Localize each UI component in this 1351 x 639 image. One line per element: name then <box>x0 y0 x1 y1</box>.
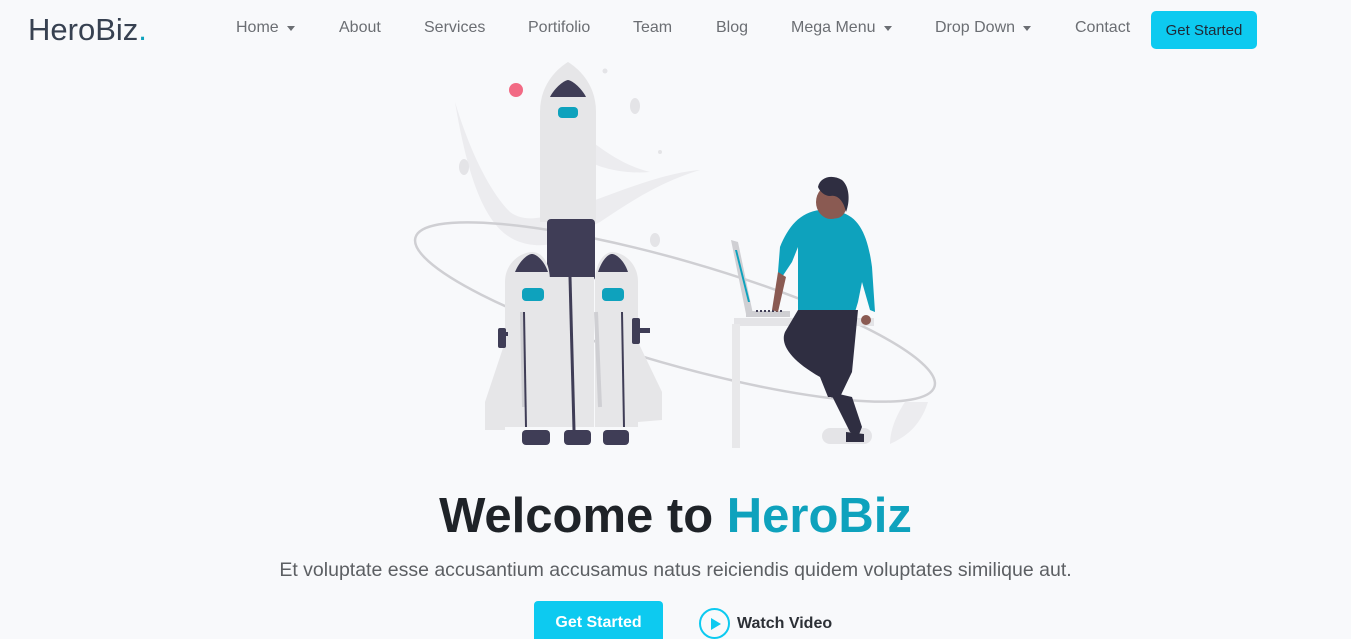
nav-item-blog[interactable]: Blog <box>716 19 748 37</box>
nav-item-home[interactable]: Home <box>236 19 295 37</box>
hero-title-prefix: Welcome to <box>439 489 727 543</box>
nav-label: Blog <box>716 19 749 36</box>
watch-video-label: Watch Video <box>737 614 833 632</box>
hero-subtitle: Et voluptate esse accusantium accusamus … <box>279 559 1072 581</box>
play-icon <box>699 608 730 639</box>
nav-label: Team <box>633 19 673 36</box>
hero-illustration <box>413 62 937 448</box>
nav-item-services[interactable]: Services <box>424 19 485 37</box>
nav-item-mega-menu[interactable]: Mega Menu <box>791 19 892 37</box>
hero-title: Welcome to HeroBiz <box>0 488 1351 544</box>
nav-label: Contact <box>1075 19 1131 36</box>
nav-item-team[interactable]: Team <box>633 19 672 37</box>
main-nav: Home About Services Portifolio Team Blog… <box>0 0 1351 60</box>
chevron-down-icon <box>883 25 892 31</box>
get-started-button[interactable]: Get Started <box>534 601 663 639</box>
watch-video-link[interactable]: Watch Video <box>699 608 832 639</box>
hero-title-accent: HeroBiz <box>726 489 912 543</box>
site-header: HeroBiz. Home About Services Portifolio … <box>0 0 1351 60</box>
nav-item-drop-down[interactable]: Drop Down <box>935 19 1032 37</box>
nav-label: Drop Down <box>935 19 1016 36</box>
nav-label: About <box>339 19 381 36</box>
nav-label: Mega Menu <box>791 19 876 36</box>
nav-item-contact[interactable]: Contact <box>1075 19 1130 37</box>
chevron-down-icon <box>286 25 295 31</box>
nav-item-about[interactable]: About <box>339 19 381 37</box>
nav-item-portifolio[interactable]: Portifolio <box>528 19 590 37</box>
get-started-nav-button[interactable]: Get Started <box>1151 11 1257 49</box>
nav-label: Services <box>424 19 486 36</box>
chevron-down-icon <box>1023 25 1032 31</box>
nav-label: Home <box>236 19 279 36</box>
nav-label: Portifolio <box>528 19 591 36</box>
